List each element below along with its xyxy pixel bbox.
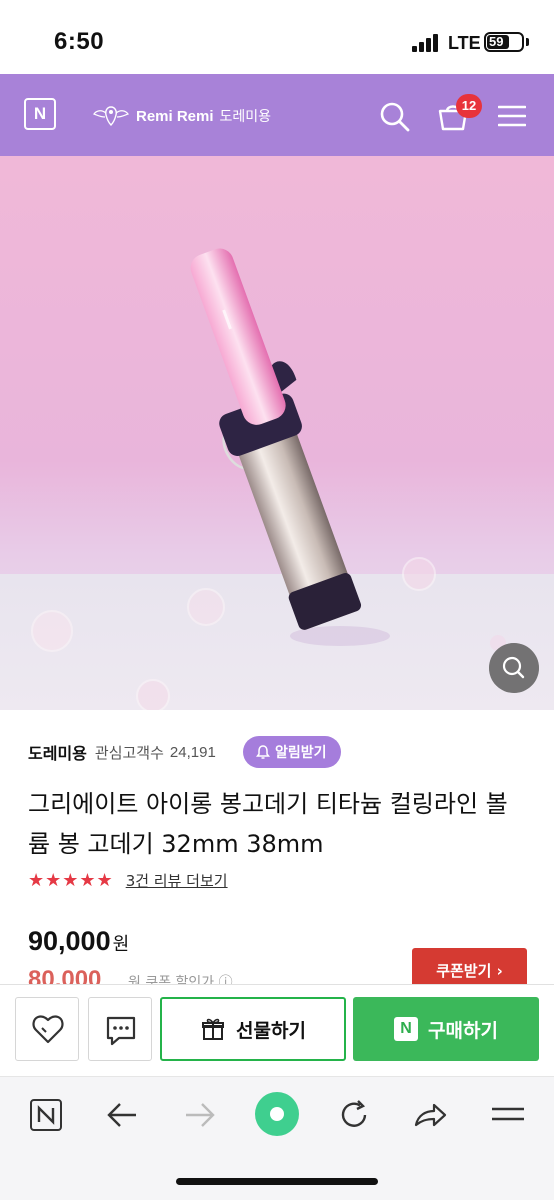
favorites-label: 관심고객수 bbox=[94, 743, 164, 762]
home-indicator bbox=[176, 1178, 378, 1185]
review-link[interactable]: 3건 리뷰 더보기 bbox=[126, 870, 228, 891]
naver-logo-button[interactable]: N bbox=[24, 98, 56, 130]
battery-level: 59 bbox=[487, 35, 509, 49]
share-icon[interactable] bbox=[412, 1097, 448, 1133]
cart-count-badge: 12 bbox=[456, 94, 482, 118]
status-time: 6:50 bbox=[54, 28, 105, 55]
status-bar: 6:50 LTE 59 bbox=[0, 0, 554, 74]
alarm-subscribe-button[interactable]: 알림받기 bbox=[243, 736, 341, 768]
product-title: 그리에이트 아이롱 봉고데기 티타늄 컬링라인 볼륨 봉 고데기 32mm 38… bbox=[28, 790, 508, 858]
green-dot-icon[interactable] bbox=[254, 1091, 300, 1137]
brand-korean-name: 도레미용 bbox=[219, 109, 272, 125]
search-icon[interactable] bbox=[378, 100, 412, 134]
price-row: 90,000 원 bbox=[28, 926, 129, 957]
gift-button[interactable]: 선물하기 bbox=[160, 997, 346, 1061]
rating-stars: ★★★★★ bbox=[28, 869, 114, 891]
gift-icon bbox=[202, 1018, 225, 1040]
wishlist-button[interactable] bbox=[15, 997, 79, 1061]
brand-name: Remi Remi bbox=[136, 107, 214, 125]
battery-icon: 59 bbox=[484, 32, 524, 52]
battery-nub bbox=[526, 38, 529, 46]
brand-emblem-icon bbox=[93, 106, 129, 126]
buy-button[interactable]: N 구매하기 bbox=[353, 997, 539, 1061]
n-home-icon[interactable] bbox=[28, 1097, 64, 1133]
back-arrow-icon[interactable] bbox=[104, 1097, 140, 1133]
purchase-bar: 선물하기 N 구매하기 bbox=[0, 984, 554, 1076]
seller-name[interactable]: 도레미용 bbox=[28, 740, 87, 764]
bell-plus-icon bbox=[256, 745, 270, 759]
page: 6:50 LTE 59 N Remi Remi 도레미용 12 도레미용 관심고… bbox=[0, 0, 554, 1200]
alarm-label: 알림받기 bbox=[275, 745, 327, 761]
network-label: LTE bbox=[448, 33, 481, 53]
store-brand[interactable]: Remi Remi 도레미용 bbox=[92, 102, 271, 130]
chat-button[interactable] bbox=[88, 997, 152, 1061]
curling-iron-illustration bbox=[31, 248, 506, 710]
signal-icon bbox=[412, 34, 442, 52]
favorites-count: 24,191 bbox=[169, 743, 216, 761]
menu-icon[interactable] bbox=[498, 104, 526, 128]
menu-icon[interactable] bbox=[490, 1097, 526, 1133]
store-header: N Remi Remi 도레미용 12 bbox=[0, 74, 554, 156]
price-value: 90,000 bbox=[28, 926, 111, 956]
seller-row: 도레미용 관심고객수 24,191 bbox=[28, 736, 216, 768]
zoom-image-button[interactable] bbox=[489, 643, 539, 693]
price-unit: 원 bbox=[112, 934, 130, 955]
chat-icon bbox=[106, 1016, 136, 1046]
gift-label: 선물하기 bbox=[236, 1019, 306, 1042]
forward-arrow-icon[interactable] bbox=[182, 1097, 218, 1133]
buy-label: 구매하기 bbox=[428, 1019, 498, 1042]
heart-icon bbox=[32, 1015, 64, 1044]
reload-icon[interactable] bbox=[336, 1097, 372, 1133]
product-image[interactable] bbox=[0, 156, 554, 710]
naver-pay-icon: N bbox=[394, 1017, 419, 1041]
rating-row: ★★★★★ 3건 리뷰 더보기 bbox=[28, 868, 228, 892]
